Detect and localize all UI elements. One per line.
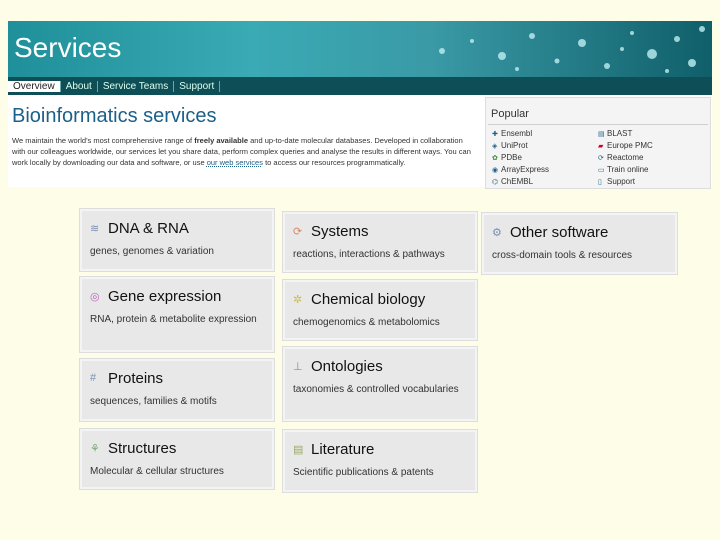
bubbles-decoration xyxy=(439,26,705,73)
popular-link-uniprot[interactable]: ◈ UniProt xyxy=(492,140,592,152)
tree-icon: ⊥ xyxy=(293,361,303,373)
tile-systems[interactable]: ⟳ Systems reactions, interactions & path… xyxy=(283,212,477,272)
tile-proteins[interactable]: # Proteins sequences, families & motifs xyxy=(80,359,274,421)
tab-support[interactable]: Support xyxy=(174,80,221,92)
intro-section: Bioinformatics services We maintain the … xyxy=(8,95,712,189)
tile-description: Molecular & cellular structures xyxy=(90,466,224,477)
popular-link-ensembl[interactable]: ✚ Ensembl xyxy=(492,128,592,140)
sub-navigation: Overview About Service Teams Support xyxy=(8,77,712,95)
arrayexpress-icon: ◉ xyxy=(492,167,499,174)
popular-box: Popular ✚ Ensembl ◈ UniProt ✿ PDBe ◉ ArrayEx… xyxy=(485,97,711,189)
tile-title: Systems xyxy=(311,223,369,240)
tile-title: Literature xyxy=(311,441,375,458)
tile-title: Structures xyxy=(108,440,177,457)
popular-list-left: ✚ Ensembl ◈ UniProt ✿ PDBe ◉ ArrayExpress ⌬ C… xyxy=(492,128,592,188)
intro-bold-text: freely available xyxy=(194,136,249,145)
tile-title: Other software xyxy=(510,224,609,241)
popular-list-right: ▤ BLAST ▰ Europe PMC ⟳ Reactome ▭ Train onli… xyxy=(598,128,698,188)
web-services-link[interactable]: our web services xyxy=(207,158,263,167)
chembl-icon: ⌬ xyxy=(492,179,499,186)
tile-description: taxonomies & controlled vocabularies xyxy=(293,384,459,395)
tile-description: RNA, protein & metabolite expression xyxy=(90,314,257,325)
tile-gene-expression[interactable]: ◎ Gene expression RNA, protein & metabol… xyxy=(80,277,274,352)
cycle-icon: ⟳ xyxy=(293,226,303,238)
tile-title: Chemical biology xyxy=(311,291,426,308)
tab-about[interactable]: About xyxy=(61,80,98,92)
tile-literature[interactable]: ▤ Literature Scientific publications & p… xyxy=(283,430,477,492)
popular-link-support[interactable]: ▯ Support xyxy=(598,176,698,188)
grid-icon: # xyxy=(90,372,97,384)
section-heading: Bioinformatics services xyxy=(12,105,217,127)
structure-icon: ⚘ xyxy=(90,443,100,455)
popular-link-train-online[interactable]: ▭ Train online xyxy=(598,164,698,176)
popular-link-blast[interactable]: ▤ BLAST xyxy=(598,128,698,140)
popular-link-pdbe[interactable]: ✿ PDBe xyxy=(492,152,592,164)
popular-link-arrayexpress[interactable]: ◉ ArrayExpress xyxy=(492,164,592,176)
tile-structures[interactable]: ⚘ Structures Molecular & cellular struct… xyxy=(80,429,274,489)
tab-service-teams[interactable]: Service Teams xyxy=(98,80,175,92)
tile-title: Proteins xyxy=(108,370,164,387)
chemical-icon: ✲ xyxy=(293,294,303,306)
tile-ontologies[interactable]: ⊥ Ontologies taxonomies & controlled voc… xyxy=(283,347,477,421)
train-online-icon: ▭ xyxy=(598,167,605,174)
tile-title: Ontologies xyxy=(311,358,383,375)
tile-description: cross-domain tools & resources xyxy=(492,250,633,261)
popular-link-reactome[interactable]: ⟳ Reactome xyxy=(598,152,698,164)
tile-description: chemogenomics & metabolomics xyxy=(293,317,440,328)
reactome-icon: ⟳ xyxy=(598,155,604,162)
europepmc-icon: ▰ xyxy=(598,143,604,150)
support-icon: ▯ xyxy=(598,179,602,186)
expression-icon: ◎ xyxy=(90,291,100,303)
tile-other-software[interactable]: ⚙ Other software cross-domain tools & re… xyxy=(482,213,677,274)
pdbe-icon: ✿ xyxy=(492,155,498,162)
intro-text-3: to access our resources programmatically… xyxy=(265,158,406,167)
blast-icon: ▤ xyxy=(598,131,605,138)
tile-description: genes, genomes & variation xyxy=(90,246,214,257)
tab-overview[interactable]: Overview xyxy=(8,80,61,92)
tile-description: Scientific publications & patents xyxy=(293,467,434,478)
tools-icon: ⚙ xyxy=(492,227,502,239)
uniprot-icon: ◈ xyxy=(492,143,498,150)
document-icon: ▤ xyxy=(293,444,304,456)
tile-description: reactions, interactions & pathways xyxy=(293,249,445,260)
divider xyxy=(488,124,708,125)
popular-heading: Popular xyxy=(491,108,529,120)
services-banner: Services Overview About Service Teams Su… xyxy=(8,21,712,95)
intro-text-1: We maintain the world's most comprehensi… xyxy=(12,136,193,145)
tile-chemical-biology[interactable]: ✲ Chemical biology chemogenomics & metab… xyxy=(283,280,477,340)
tile-dna-rna[interactable]: ≋ DNA & RNA genes, genomes & variation xyxy=(80,209,274,271)
intro-paragraph: We maintain the world's most comprehensi… xyxy=(12,135,472,168)
page-title: Services xyxy=(14,32,122,63)
ensembl-icon: ✚ xyxy=(492,131,498,138)
tile-description: sequences, families & motifs xyxy=(90,396,217,407)
popular-link-europepmc[interactable]: ▰ Europe PMC xyxy=(598,140,698,152)
tile-title: DNA & RNA xyxy=(108,220,189,237)
popular-link-chembl[interactable]: ⌬ ChEMBL xyxy=(492,176,592,188)
dna-icon: ≋ xyxy=(90,223,100,235)
tile-title: Gene expression xyxy=(108,288,222,305)
